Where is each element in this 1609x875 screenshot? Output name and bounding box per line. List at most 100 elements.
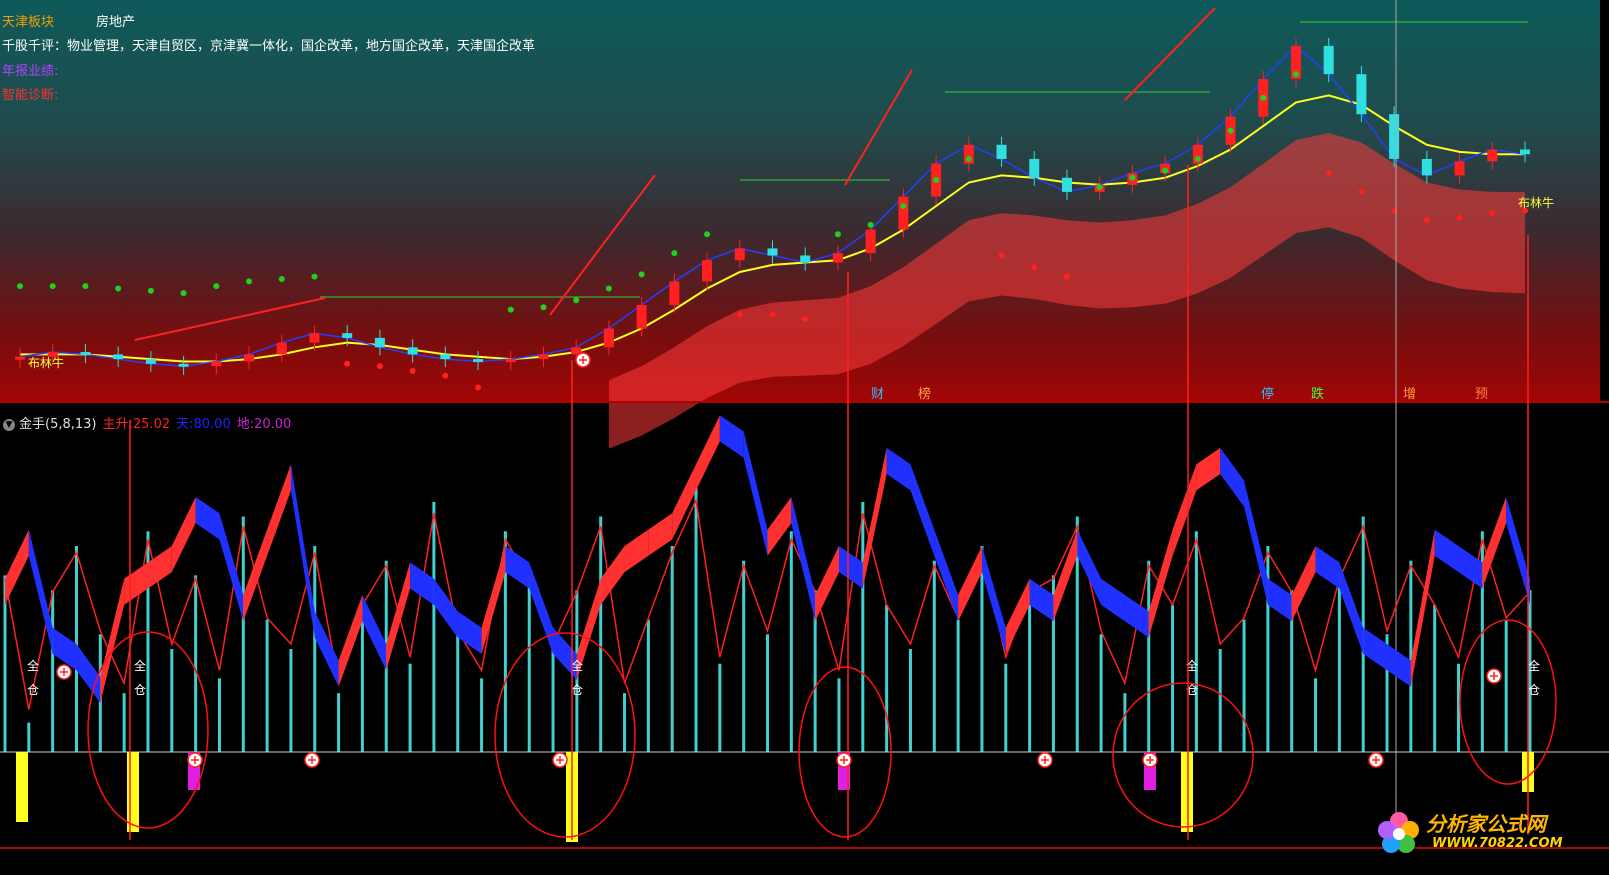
main-ribbon-segment (1387, 644, 1411, 687)
candle (15, 356, 25, 360)
main-ribbon-segment (624, 529, 649, 573)
main-ribbon-segment (910, 464, 935, 556)
trend-dot (246, 278, 253, 285)
main-ribbon-segment (1434, 529, 1459, 573)
candle (1356, 74, 1367, 115)
main-ribbon-segment (1315, 545, 1340, 589)
main-ribbon-segment (743, 431, 768, 556)
trend-dot (867, 221, 874, 228)
candle (538, 354, 549, 360)
trend-dot (1423, 217, 1430, 224)
main-ribbon-segment (529, 562, 554, 654)
main-ribbon-segment (410, 562, 434, 605)
trend-dot (507, 306, 514, 313)
trend-arrow (844, 69, 913, 186)
candle (1029, 158, 1040, 178)
main-ribbon-segment (1291, 545, 1316, 622)
chevron-down-icon[interactable]: ▼ (3, 419, 15, 431)
main-ribbon-segment (1172, 464, 1197, 556)
candle (603, 328, 614, 348)
candle (734, 248, 745, 261)
logo-main-text: 分析家公式网 (1426, 812, 1546, 836)
candle (113, 354, 124, 360)
main-ribbon-segment (1124, 595, 1149, 638)
main-ribbon-segment (958, 545, 982, 622)
trend-dot (213, 283, 220, 290)
candle (832, 253, 843, 263)
trend-dot (704, 231, 711, 238)
main-ribbon-segment (100, 578, 125, 703)
signal-bar (127, 752, 139, 832)
smart-diagnosis-label[interactable]: 智能诊断: (2, 84, 58, 103)
main-ribbon-segment (290, 464, 315, 638)
main-ribbon-segment (1363, 627, 1388, 671)
main-ribbon-segment (767, 496, 792, 556)
main-ribbon-segment (171, 496, 196, 573)
stock-comment: 千股千评：物业管理，天津自贸区，京津冀一体化，国企改革，地方国企改革，天津国企改… (2, 39, 536, 54)
trend-dot (1129, 174, 1136, 181)
main-ribbon-segment (1077, 529, 1102, 605)
trend-dot (278, 276, 285, 283)
main-ribbon-segment (76, 644, 101, 703)
trend-dot (769, 311, 776, 318)
logo-url-text: WWW.70822.COM (1432, 836, 1563, 851)
main-ribbon-segment (1482, 496, 1507, 589)
candle (276, 342, 287, 355)
trend-dot (409, 367, 416, 374)
main-ribbon-segment (433, 578, 458, 638)
main-ribbon-segment (1410, 529, 1435, 687)
event-marker: 跌 (1311, 386, 1324, 402)
candle (407, 347, 418, 355)
candle (1323, 45, 1334, 75)
chart-canvas[interactable]: 财榜停跌增预布林牛布林牛全仓全仓全仓全仓全仓 (0, 0, 1609, 875)
indicator-name[interactable]: 金手(5,8,13) (19, 417, 97, 432)
trend-dot (965, 155, 972, 162)
event-marker: 财 (871, 387, 884, 402)
annual-report-label[interactable]: 年报业绩: (2, 60, 58, 79)
candle (767, 248, 778, 256)
main-ribbon-segment (1196, 447, 1221, 491)
candle (1487, 149, 1498, 162)
main-ribbon-segment (862, 447, 887, 589)
main-ribbon-segment (5, 529, 29, 605)
full-position-label: 仓 (1528, 683, 1540, 697)
main-ribbon-segment (1148, 529, 1173, 638)
candle (505, 359, 516, 363)
trend-dot (540, 304, 547, 311)
candle (342, 333, 353, 338)
trend-dot (49, 283, 56, 290)
flower-logo-icon (1378, 812, 1419, 853)
main-ribbon-segment (1053, 529, 1078, 622)
trend-dot (1031, 264, 1038, 271)
main-ribbon-segment (1339, 562, 1364, 654)
trend-dot (344, 360, 351, 367)
block-value: 房地产 (96, 15, 136, 30)
site-logo: 分析家公式网 WWW.70822.COM (1374, 806, 1594, 864)
main-ribbon-segment (815, 545, 839, 622)
main-ribbon-segment (219, 513, 244, 622)
trend-dot (115, 285, 122, 292)
full-position-label: 全 (27, 658, 39, 673)
candle (309, 333, 320, 343)
candle (211, 361, 222, 367)
indicator-header: ▼ 金手(5,8,13) 主升:25.02 天:80.00 地:20.00 (0, 413, 291, 432)
main-ribbon-segment (1458, 545, 1483, 589)
main-ribbon-segment (505, 545, 530, 589)
trend-dot (671, 250, 678, 257)
candle (702, 260, 713, 282)
main-ribbon-segment (648, 513, 673, 556)
main-ribbon-segment (719, 415, 744, 458)
candle (374, 337, 385, 348)
indicator-main-value: 主升:25.02 (102, 417, 171, 432)
block-label: 天津板块 (2, 15, 55, 30)
trend-dot (311, 273, 318, 280)
candle (1421, 158, 1432, 176)
indicator-ground-value: 地:20.00 (236, 417, 292, 432)
main-ribbon-segment (314, 611, 339, 687)
candle (1454, 161, 1465, 176)
main-ribbon-segment (457, 611, 482, 654)
event-marker: 增 (1403, 387, 1416, 402)
trend-dot (638, 271, 645, 278)
candle (178, 363, 189, 367)
candle (800, 255, 811, 263)
